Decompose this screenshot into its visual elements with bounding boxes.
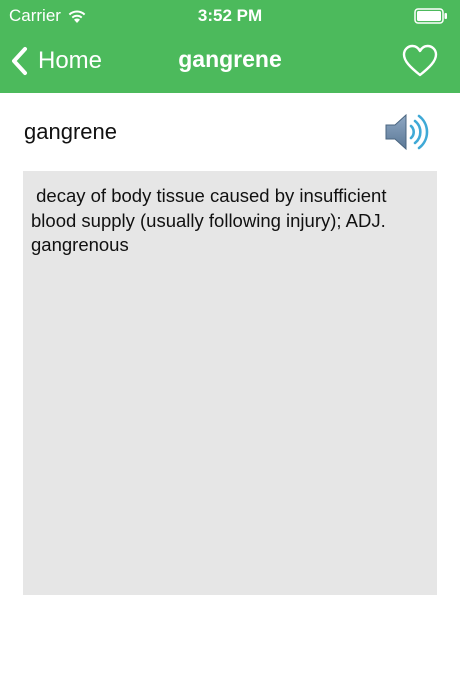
status-bar: Carrier 3:52 PM [0, 0, 460, 30]
status-time: 3:52 PM [197, 6, 263, 25]
nav-bar: Home gangrene [0, 30, 460, 93]
speaker-icon[interactable] [384, 111, 432, 153]
header: Carrier 3:52 PM Home gangrene [0, 0, 460, 93]
definition-text: decay of body tissue caused by insuffici… [23, 171, 437, 595]
battery-icon [414, 8, 447, 24]
word-row: gangrene [0, 93, 460, 171]
page-title: gangrene [178, 46, 282, 72]
heart-outline-icon[interactable] [402, 44, 438, 78]
entry-word: gangrene [24, 119, 117, 144]
screen: Carrier 3:52 PM Home gangrene gangrene d… [0, 0, 460, 690]
